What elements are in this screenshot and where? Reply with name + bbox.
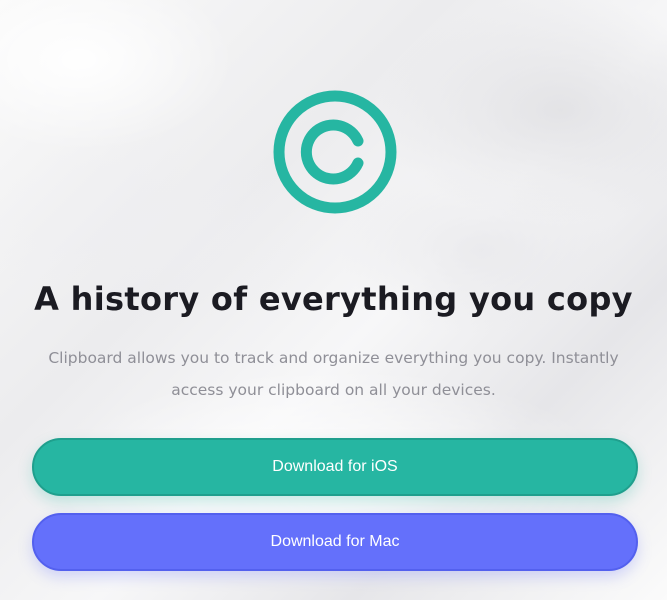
download-ios-button[interactable]: Download for iOS bbox=[32, 438, 638, 496]
download-ios-label: Download for iOS bbox=[272, 458, 398, 475]
hero-title: A history of everything you copy bbox=[34, 280, 633, 318]
copyright-c-icon bbox=[273, 90, 397, 214]
hero-section: A history of everything you copy Clipboa… bbox=[0, 0, 667, 600]
hero-description: Clipboard allows you to track and organi… bbox=[48, 349, 619, 399]
download-mac-label: Download for Mac bbox=[270, 533, 400, 550]
download-mac-button[interactable]: Download for Mac bbox=[32, 513, 638, 571]
